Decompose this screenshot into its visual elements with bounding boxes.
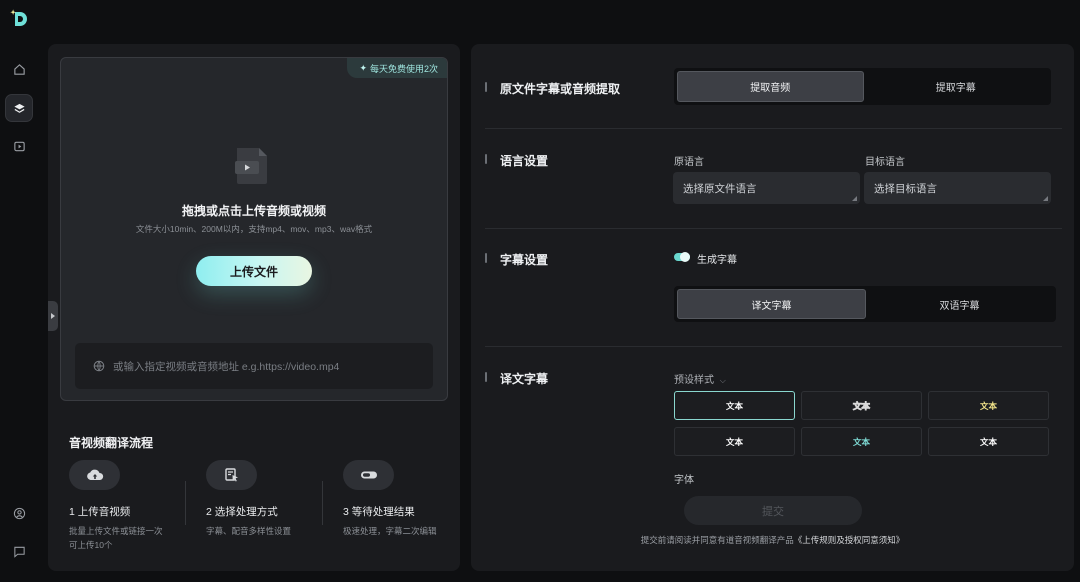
nav-layers[interactable] — [5, 94, 33, 122]
nav-home[interactable] — [5, 55, 33, 83]
settings-panel: 原文件字幕或音频提取 提取音频 提取字幕 语言设置 原语言 目标语言 选择原文件… — [471, 44, 1074, 571]
style-preset-5[interactable]: 文本 — [801, 427, 922, 456]
globe-link-icon — [93, 360, 105, 372]
extract-subtitle-option[interactable]: 提取字幕 — [864, 71, 1049, 102]
style-preset-text: 文本 — [852, 436, 870, 447]
play-icon — [13, 141, 25, 151]
url-input-placeholder: 或输入指定视频或音频地址 e.g.https://video.mp4 — [113, 360, 340, 373]
upload-panel: ✦ 每天免费使用2次 拖拽或点击上传音频或视频 文件大小10min、200M以内… — [48, 44, 460, 571]
flow-step-desc: 字幕、配音多样性设置 — [206, 526, 292, 536]
nav-user[interactable] — [5, 499, 33, 527]
toggle-icon — [360, 471, 377, 479]
flow-step-desc: 批量上传文件或链接一次可上传10个 — [69, 526, 163, 550]
upload-dropzone[interactable]: ✦ 每天免费使用2次 拖拽或点击上传音频或视频 文件大小10min、200M以内… — [60, 57, 448, 401]
flow-title: 音视频翻译流程 — [69, 436, 154, 450]
video-file-icon — [235, 148, 267, 184]
section-marker — [485, 253, 487, 263]
select-resize-icon — [852, 196, 857, 201]
flow-step-method: 2 选择处理方式 字幕、配音多样性设置 — [206, 460, 326, 538]
extract-section-title: 原文件字幕或音频提取 — [500, 82, 621, 96]
flow-step-upload: 1 上传音视频 批量上传文件或链接一次可上传10个 — [69, 460, 189, 552]
extract-mode-toggle: 提取音频 提取字幕 — [674, 68, 1051, 105]
agreement-text: 提交前请阅读并同意有道音视频翻译产品《上传规则及授权同意须知》 — [471, 534, 1074, 546]
nav-message[interactable] — [5, 537, 33, 565]
app-logo-icon[interactable] — [9, 8, 31, 30]
preset-style-dropdown[interactable]: 预设样式 ⌵ — [674, 371, 726, 386]
source-language-select[interactable]: 选择原文件语言 — [673, 172, 860, 204]
section-marker — [485, 82, 487, 92]
style-preset-3[interactable]: 文本 — [928, 391, 1049, 420]
left-rail — [0, 0, 38, 582]
section-marker — [485, 372, 487, 382]
divider — [485, 346, 1062, 347]
home-icon — [13, 63, 25, 75]
flow-step-desc: 极速处理，字幕二次编辑 — [343, 526, 437, 536]
agreement-prefix: 提交前请阅读并同意有道音视频翻译产品 — [640, 535, 794, 545]
flow-step-label: 2 选择处理方式 — [206, 506, 278, 518]
source-language-label: 原语言 — [674, 157, 704, 168]
app-root: ✦ 每天免费使用2次 拖拽或点击上传音频或视频 文件大小10min、200M以内… — [0, 0, 1080, 582]
free-usage-text: 每天免费使用2次 — [369, 63, 438, 74]
upload-requirements: 文件大小10min、200M以内，支持mp4、mov、mp3、wav格式 — [135, 224, 373, 234]
style-preset-text: 文本 — [725, 436, 743, 447]
user-icon — [13, 507, 25, 519]
source-language-placeholder: 选择原文件语言 — [683, 182, 757, 195]
target-language-label: 目标语言 — [865, 157, 905, 168]
upload-title: 拖拽或点击上传音频或视频 — [181, 204, 326, 218]
flow-step-label: 1 上传音视频 — [69, 506, 131, 518]
free-usage-badge: ✦ 每天免费使用2次 — [347, 58, 447, 78]
chevron-down-icon: ⌵ — [719, 376, 726, 385]
extract-audio-option[interactable]: 提取音频 — [677, 71, 864, 102]
style-preset-text: 文本 — [725, 400, 743, 411]
cloud-upload-icon — [86, 469, 103, 480]
generate-subtitle-label: 生成字幕 — [697, 255, 737, 266]
sparkle-icon: ✦ — [359, 62, 367, 73]
language-section-title: 语言设置 — [500, 154, 549, 168]
layers-icon — [13, 103, 25, 113]
collapse-panel-handle[interactable] — [48, 301, 58, 331]
translated-subtitle-option[interactable]: 译文字幕 — [677, 289, 866, 319]
subtitle-mode-toggle: 译文字幕 双语字幕 — [674, 286, 1056, 322]
submit-button[interactable]: 提交 — [684, 496, 862, 525]
divider — [485, 128, 1062, 129]
generate-subtitle-switch[interactable] — [674, 252, 690, 262]
divider — [485, 228, 1062, 229]
upload-file-button[interactable]: 上传文件 — [196, 256, 312, 286]
section-marker — [485, 154, 487, 164]
select-resize-icon — [1043, 196, 1048, 201]
flow-step-result: 3 等待处理结果 极速处理，字幕二次编辑 — [343, 460, 463, 538]
font-label: 字体 — [674, 475, 694, 486]
flow-divider — [185, 481, 186, 525]
flow-divider — [322, 481, 323, 525]
target-language-select[interactable]: 选择目标语言 — [864, 172, 1051, 204]
document-cursor-icon — [224, 468, 238, 482]
style-preset-text: 文本 — [852, 400, 871, 411]
style-preset-6[interactable]: 文本 — [928, 427, 1049, 456]
subtitle-section-title: 字幕设置 — [500, 253, 549, 267]
message-icon — [13, 546, 25, 558]
agreement-link[interactable]: 《上传规则及授权同意须知》 — [794, 535, 905, 545]
url-input[interactable]: 或输入指定视频或音频地址 e.g.https://video.mp4 — [75, 343, 433, 389]
translated-section-title: 译文字幕 — [500, 372, 549, 386]
nav-video[interactable] — [5, 132, 33, 160]
style-preset-1[interactable]: 文本 — [674, 391, 795, 420]
bilingual-subtitle-option[interactable]: 双语字幕 — [866, 289, 1053, 319]
style-preset-text: 文本 — [979, 400, 997, 411]
preset-style-label: 预设样式 — [674, 375, 714, 386]
style-preset-4[interactable]: 文本 — [674, 427, 795, 456]
style-preset-2[interactable]: 文本 — [801, 391, 922, 420]
style-preset-text: 文本 — [979, 436, 997, 447]
target-language-placeholder: 选择目标语言 — [874, 182, 937, 195]
flow-step-label: 3 等待处理结果 — [343, 506, 415, 518]
